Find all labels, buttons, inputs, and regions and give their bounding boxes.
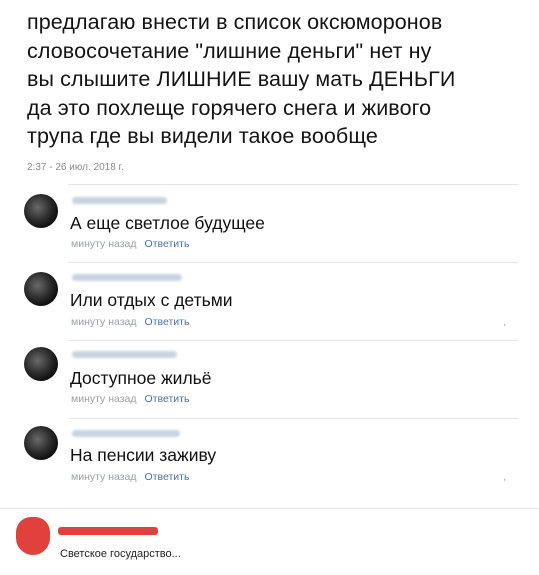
reply-link[interactable]: Ответить [145, 316, 190, 328]
more-indicator[interactable]: , [503, 472, 506, 483]
reply-link[interactable]: Ответить [145, 238, 190, 250]
divider [68, 418, 518, 419]
avatar[interactable] [24, 194, 58, 228]
post-text: предлагаю внести в список оксюморонов сл… [27, 8, 527, 151]
comment-item: На пенсии заживу минуту назад Ответить , [18, 418, 518, 488]
comment-author-name-blurred[interactable] [72, 197, 167, 204]
comment-item: Или отдых с детьми минуту назад Ответить … [18, 262, 518, 332]
avatar[interactable] [24, 426, 58, 460]
comment-item: Доступное жильё минуту назад Ответить [18, 340, 518, 410]
comment-time: минуту назад [71, 316, 137, 328]
post-text-line: словосочетание "лишние деньги" нет ну [27, 38, 432, 63]
comment-item: А еще светлое будущее минуту назад Ответи… [18, 184, 518, 254]
divider [68, 262, 518, 263]
footer-name-redacted[interactable] [58, 527, 158, 535]
reply-link[interactable]: Ответить [145, 393, 190, 405]
comment-text: Доступное жильё [70, 368, 212, 388]
reply-link[interactable]: Ответить [145, 471, 190, 483]
comment-text: А еще светлое будущее [70, 213, 265, 233]
post: предлагаю внести в список оксюморонов сл… [27, 8, 527, 151]
post-text-line: предлагаю внести в список оксюморонов [27, 10, 443, 34]
comment-author-name-blurred[interactable] [72, 274, 182, 281]
post-text-line: трупа где вы видели такое вообще [27, 124, 378, 148]
footer-avatar-redacted[interactable] [16, 517, 50, 555]
footer-divider [0, 508, 539, 509]
divider [68, 184, 518, 185]
comment-author-name-blurred[interactable] [72, 351, 177, 358]
comment-meta: минуту назад Ответить [71, 393, 189, 405]
comment-meta: минуту назад Ответить [71, 471, 189, 483]
footer-text: Светское государство... [60, 548, 181, 560]
post-timestamp[interactable]: 2:37 - 26 июл. 2018 г. [27, 162, 124, 173]
comment-meta: минуту назад Ответить [71, 238, 189, 250]
comment-time: минуту назад [71, 471, 137, 483]
post-text-line: да это похлеще горячего снега и живого [27, 95, 432, 120]
comment-meta: минуту назад Ответить [71, 316, 189, 328]
avatar[interactable] [24, 347, 58, 381]
avatar[interactable] [24, 272, 58, 306]
divider [68, 340, 518, 341]
more-indicator[interactable]: , [503, 317, 506, 328]
comment-text: На пенсии заживу [70, 445, 217, 465]
comment-text: Или отдых с детьми [70, 290, 233, 310]
comment-time: минуту назад [71, 393, 137, 405]
comment-time: минуту назад [71, 238, 137, 250]
comment-author-name-blurred[interactable] [72, 430, 180, 437]
post-text-line: вы слышите ЛИШНИЕ вашу мать ДЕНЬГИ [27, 67, 456, 91]
